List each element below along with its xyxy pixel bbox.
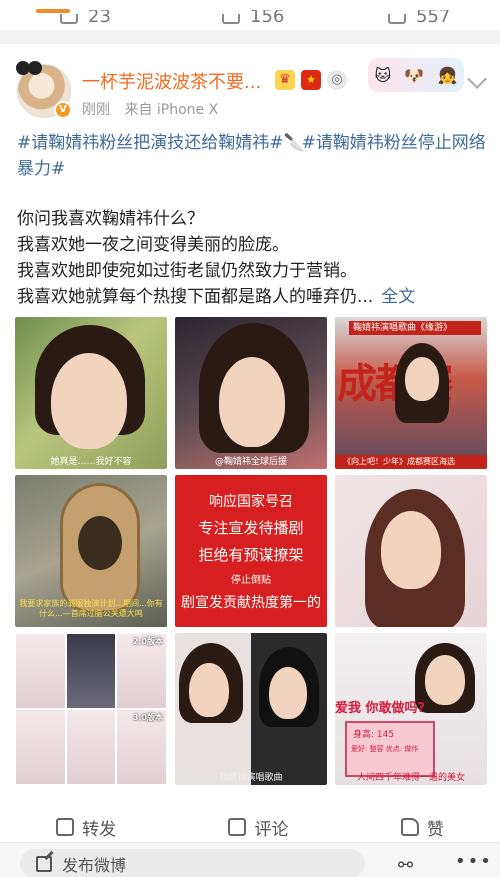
portrait-tile xyxy=(15,633,66,709)
like-label: 赞 xyxy=(426,819,444,840)
girl-icon: 👧 xyxy=(437,65,458,85)
decoration-sticker[interactable]: 🐱 🐶 👧 xyxy=(368,58,464,92)
dog-icon: 🐶 xyxy=(404,65,425,85)
comment-label: 评论 xyxy=(254,819,289,840)
face-shape xyxy=(269,667,307,719)
sign-board: 身高: 145 爱好: 整容 优点: 做作 xyxy=(345,721,435,777)
post-image[interactable]: @鞠婧祎全球后援 xyxy=(175,317,327,469)
share-icon[interactable]: ⚯ xyxy=(398,855,413,876)
face-shape xyxy=(381,511,441,589)
image-text-line: 响应国家号召 xyxy=(209,493,293,510)
face-shape xyxy=(405,357,439,401)
version-label: 3.0版本 xyxy=(132,713,163,722)
medal-icon[interactable]: ◎ xyxy=(327,70,347,90)
post-actions: 转发 评论 赞 xyxy=(0,810,500,844)
more-options-icon[interactable]: ••• xyxy=(455,851,493,872)
read-more-link[interactable]: 全文 xyxy=(381,287,415,307)
post-line-last: 我喜欢她就算每个热搜下面都是路人的唾弃仍... 全文 xyxy=(17,285,415,309)
avatar[interactable]: V xyxy=(16,61,72,119)
post-topics: #请鞠婧祎粉丝把演技还给鞠婧祎#🔪#请鞠婧祎粉丝停止网络暴力# xyxy=(17,130,487,182)
user-badges: ♛ ★ ◎ xyxy=(275,70,347,90)
previous-post-stats-bar: 23 156 557 xyxy=(0,0,500,30)
cat-icon: 🐱 xyxy=(374,65,392,85)
avatar-ear-icon xyxy=(28,61,42,75)
post-image[interactable]: 鞠婧祎演唱歌曲《缘游》 成都赛 《向上吧！少年》成都赛区海选 xyxy=(335,317,487,469)
portrait-tile xyxy=(65,633,117,709)
chevron-down-icon[interactable] xyxy=(467,69,487,89)
image-caption: 我要求家族的诚服独演计划...期间...你有什么...—首席过脑公关遭大鸣 xyxy=(19,599,163,618)
comment-button[interactable]: 评论 xyxy=(228,815,288,840)
image-caption: 人间四千年难得一遇的美女 xyxy=(356,773,465,783)
post-image[interactable] xyxy=(335,475,487,627)
username[interactable]: 一杯芋泥波波茶不要... xyxy=(82,68,261,94)
face-shape xyxy=(219,357,285,447)
comment-icon xyxy=(222,14,240,24)
shield-shape xyxy=(60,483,140,613)
face-shape xyxy=(425,655,465,705)
post-image[interactable]: 响应国家号召 专注宣发待播剧 拒绝有预谋撩架 停止倒贴 剧宣发贡献热度第一的 xyxy=(175,475,327,627)
like-button[interactable]: 赞 xyxy=(400,815,444,840)
portrait-tile: 2.0版本 xyxy=(116,633,167,709)
post-line: 我喜欢她即使宛如过街老鼠仍然致力于营销。 xyxy=(17,261,357,281)
compose-bar: 发布微博 ⚯ ••• xyxy=(0,842,500,877)
face-shape xyxy=(189,663,229,717)
sign-body: 爱好: 整容 优点: 做作 xyxy=(351,745,419,753)
portrait-tile xyxy=(65,709,117,785)
post-image[interactable]: 我要求家族的诚服独演计划...期间...你有什么...—首席过脑公关遭大鸣 xyxy=(15,475,167,627)
repost-button[interactable]: 转发 xyxy=(56,815,116,840)
like-icon xyxy=(388,14,406,24)
repost-label: 转发 xyxy=(82,819,117,840)
post-meta: 刚刚 来自 iPhone X xyxy=(82,99,218,119)
portrait-tile: 3.0版本 xyxy=(116,709,167,785)
image-banner: 鞠婧祎演唱歌曲《缘游》 xyxy=(349,321,481,335)
post-line: 我喜欢她就算每个热搜下面都是路人的唾弃仍... xyxy=(17,287,374,307)
image-grid: 她真是……我好不容 @鞠婧祎全球后援 鞠婧祎演唱歌曲《缘游》 成都赛 《向上吧！… xyxy=(15,317,487,785)
topic-link[interactable]: #请鞠婧祎粉丝把演技还给鞠婧祎# xyxy=(17,133,284,153)
prev-comment-stat[interactable]: 156 xyxy=(222,0,284,24)
post-image[interactable]: 鞠婧祎演唱歌曲 xyxy=(175,633,327,785)
post-time: 刚刚 xyxy=(82,102,110,118)
shield-inner xyxy=(78,516,122,570)
post-image[interactable]: 爱我 你敢做吗? 身高: 145 爱好: 整容 优点: 做作 人间四千年难得一遇… xyxy=(335,633,487,785)
image-footer: 《向上吧！少年》成都赛区海选 xyxy=(335,455,487,469)
prev-like-count: 557 xyxy=(416,10,451,24)
image-caption: 她真是……我好不容 xyxy=(50,457,132,467)
face-shape xyxy=(51,353,127,449)
comment-icon xyxy=(228,818,247,836)
image-caption: @鞠婧祎全球后援 xyxy=(214,457,287,467)
prev-like-stat[interactable]: 557 xyxy=(388,0,450,24)
post-line: 我喜欢她一夜之间变得美丽的脸庞。 xyxy=(17,235,289,255)
repost-icon xyxy=(56,818,75,836)
pencil-icon xyxy=(36,855,52,872)
image-text-line: 停止倒贴 xyxy=(231,574,271,586)
image-text-line: 拒绝有预谋撩架 xyxy=(198,545,304,564)
repost-icon xyxy=(60,14,78,24)
post-image[interactable]: 她真是……我好不容 xyxy=(15,317,167,469)
image-text-line: 剧宣发贡献热度第一的 xyxy=(181,594,321,611)
image-caption: 鞠婧祎演唱歌曲 xyxy=(219,773,283,783)
prev-repost-count: 23 xyxy=(88,10,111,24)
post-source: 来自 iPhone X xyxy=(124,102,219,118)
sign-title: 身高: 145 xyxy=(353,730,395,740)
prev-repost-stat[interactable]: 23 xyxy=(60,0,111,24)
post-separator xyxy=(0,30,500,44)
compose-placeholder: 发布微博 xyxy=(62,855,127,875)
post-image[interactable]: 2.0版本 3.0版本 xyxy=(15,633,167,785)
post-line: 你问我喜欢鞠婧祎什么？ xyxy=(17,209,204,229)
china-flag-icon: ★ xyxy=(301,70,321,90)
version-label: 2.0版本 xyxy=(132,637,163,646)
crown-icon[interactable]: ♛ xyxy=(275,70,295,90)
image-red-text: 爱我 你敢做吗? xyxy=(335,701,426,716)
verified-badge-icon: V xyxy=(54,101,72,119)
like-icon xyxy=(400,818,419,836)
portrait-tile xyxy=(15,709,66,785)
compose-input[interactable]: 发布微博 xyxy=(20,849,365,877)
image-text-line: 专注宣发待播剧 xyxy=(198,518,304,537)
knife-icon: 🔪 xyxy=(283,133,305,153)
prev-comment-count: 156 xyxy=(250,10,285,24)
